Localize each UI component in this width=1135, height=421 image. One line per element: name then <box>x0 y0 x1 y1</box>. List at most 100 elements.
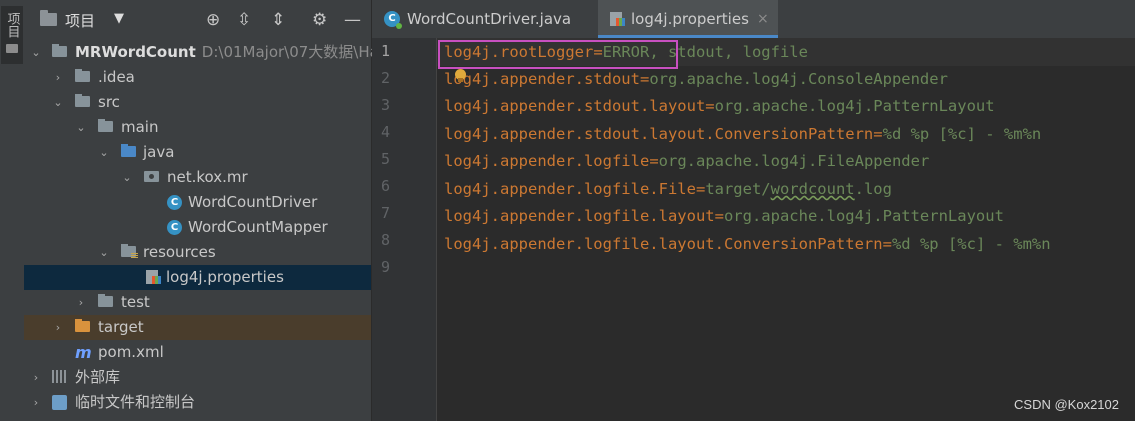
java-class-icon: C <box>384 11 402 29</box>
project-tool-label: 项目 <box>4 12 20 38</box>
project-tree: ⌄ MRWordCount D:\01Major\07大数据\Ha › .idea… <box>24 40 379 415</box>
tree-item-label: .idea <box>98 68 135 86</box>
project-tool-tab[interactable]: 项目 <box>1 6 23 64</box>
line-number: 5 <box>380 150 390 168</box>
maven-icon: m <box>75 343 92 362</box>
chevron-right-icon[interactable]: › <box>30 365 42 390</box>
gear-icon[interactable]: ⚙ <box>312 10 327 30</box>
code-line: log4j.appender.stdout=org.apache.log4j.C… <box>444 70 948 88</box>
code-line: log4j.appender.logfile=org.apache.log4j.… <box>444 152 930 170</box>
line-number: 3 <box>380 96 390 114</box>
tree-item-target[interactable]: › target <box>24 315 371 340</box>
tree-item-root[interactable]: ⌄ MRWordCount D:\01Major\07大数据\Ha <box>24 40 378 65</box>
tree-item-label: test <box>121 293 150 311</box>
line-number: 2 <box>380 69 390 87</box>
tree-item-log4j[interactable]: log4j.properties <box>24 265 371 290</box>
line-number: 9 <box>380 258 390 276</box>
code-line: log4j.appender.stdout.layout=org.apache.… <box>444 97 995 115</box>
folder-icon <box>98 119 113 132</box>
chevron-right-icon[interactable]: › <box>75 290 87 315</box>
project-view-title[interactable]: 项目 <box>65 10 95 31</box>
line-number: 4 <box>380 123 390 141</box>
folder-icon <box>40 10 57 26</box>
tree-item-external-libs[interactable]: › 外部库 <box>24 365 371 390</box>
chevron-down-icon[interactable]: ⌄ <box>75 115 87 140</box>
chevron-down-icon[interactable]: ⌄ <box>30 40 42 65</box>
tree-item-label: WordCountDriver <box>188 193 318 211</box>
tree-item-package[interactable]: ⌄ net.kox.mr <box>24 165 371 190</box>
minimize-icon[interactable]: — <box>344 10 361 30</box>
tree-item-label: main <box>121 118 159 136</box>
tree-item-resources[interactable]: ⌄ resources <box>24 240 371 265</box>
expand-all-icon[interactable]: ⇳ <box>237 10 251 30</box>
tree-item-main[interactable]: ⌄ main <box>24 115 371 140</box>
editor: C WordCountDriver.java log4j.properties … <box>372 0 1135 421</box>
folder-icon <box>6 44 18 53</box>
intention-bulb-icon[interactable] <box>455 69 466 82</box>
chevron-down-icon[interactable]: ⌄ <box>52 90 64 115</box>
java-class-icon: C <box>167 220 182 235</box>
tree-item-label: WordCountMapper <box>188 218 328 236</box>
chevron-right-icon[interactable]: › <box>30 390 42 415</box>
spellcheck-word: wordcount <box>770 180 855 198</box>
chevron-right-icon[interactable]: › <box>52 315 64 340</box>
tree-item-label: src <box>98 93 120 111</box>
library-icon <box>52 370 67 383</box>
project-toolbar: 项目 ▼ ⊕ ⇳ ⇕ ⚙ — <box>24 0 371 40</box>
watermark: CSDN @Kox2102 <box>1014 397 1119 412</box>
folder-icon <box>75 94 90 107</box>
tree-item-mapper[interactable]: C WordCountMapper <box>24 215 371 240</box>
module-folder-icon <box>52 44 67 57</box>
code-line: log4j.appender.logfile.layout.Conversion… <box>444 235 1051 253</box>
tree-item-label: MRWordCount D:\01Major\07大数据\Ha <box>75 43 379 61</box>
code-line: log4j.appender.logfile.layout=org.apache… <box>444 207 1004 225</box>
chevron-down-icon[interactable]: ▼ <box>114 11 124 26</box>
resources-folder-icon <box>121 244 138 259</box>
chevron-down-icon[interactable]: ⌄ <box>98 240 110 265</box>
target-icon[interactable]: ⊕ <box>206 10 220 30</box>
properties-file-icon <box>146 270 161 284</box>
project-panel: 项目 ▼ ⊕ ⇳ ⇕ ⚙ — ⌄ MRWordCount D:\01Major\0… <box>24 0 379 421</box>
folder-icon <box>98 294 113 307</box>
tab-wordcountdriver[interactable]: C WordCountDriver.java <box>372 0 598 38</box>
tab-log4j-properties[interactable]: log4j.properties × <box>598 0 778 38</box>
scratches-icon <box>52 395 67 410</box>
tree-item-label: 临时文件和控制台 <box>75 393 196 411</box>
tree-item-label: log4j.properties <box>166 268 284 286</box>
tree-item-label: net.kox.mr <box>167 168 248 186</box>
line-number: 7 <box>380 204 390 222</box>
tab-label: WordCountDriver.java <box>407 10 572 28</box>
tree-item-java[interactable]: ⌄ java <box>24 140 371 165</box>
tree-item-test[interactable]: › test <box>24 290 371 315</box>
chevron-right-icon[interactable]: › <box>52 65 64 90</box>
tool-window-strip: 项目 <box>0 0 25 421</box>
code-line: log4j.appender.logfile.File=target/wordc… <box>444 180 892 198</box>
tree-item-label: resources <box>143 243 216 261</box>
tree-item-scratches[interactable]: › 临时文件和控制台 <box>24 390 371 415</box>
tree-item-pom[interactable]: m pom.xml <box>24 340 371 365</box>
line-number: 1 <box>380 42 390 60</box>
line-gutter: 1 2 3 4 5 6 7 8 9 <box>372 38 437 421</box>
collapse-all-icon[interactable]: ⇕ <box>271 10 285 30</box>
line-number: 8 <box>380 231 390 249</box>
tree-item-label: 外部库 <box>75 368 121 386</box>
tree-item-label: java <box>143 143 175 161</box>
chevron-down-icon[interactable]: ⌄ <box>98 140 110 165</box>
folder-icon <box>75 69 90 82</box>
tree-item-idea[interactable]: › .idea <box>24 65 371 90</box>
properties-file-icon <box>610 12 625 26</box>
editor-tab-bar: C WordCountDriver.java log4j.properties … <box>372 0 1135 39</box>
line-number: 6 <box>380 177 390 195</box>
annotation-highlight-box <box>438 40 678 69</box>
tree-item-label: pom.xml <box>98 343 164 361</box>
tree-item-src[interactable]: ⌄ src <box>24 90 371 115</box>
close-icon[interactable]: × <box>757 0 769 38</box>
package-icon <box>144 171 159 182</box>
chevron-down-icon[interactable]: ⌄ <box>121 165 133 190</box>
tree-item-label: target <box>98 318 144 336</box>
java-class-icon: C <box>167 195 182 210</box>
tree-item-driver[interactable]: C WordCountDriver <box>24 190 371 215</box>
excluded-folder-icon <box>75 319 90 332</box>
code-line: log4j.appender.stdout.layout.ConversionP… <box>444 125 1042 143</box>
tab-label: log4j.properties <box>631 10 749 28</box>
